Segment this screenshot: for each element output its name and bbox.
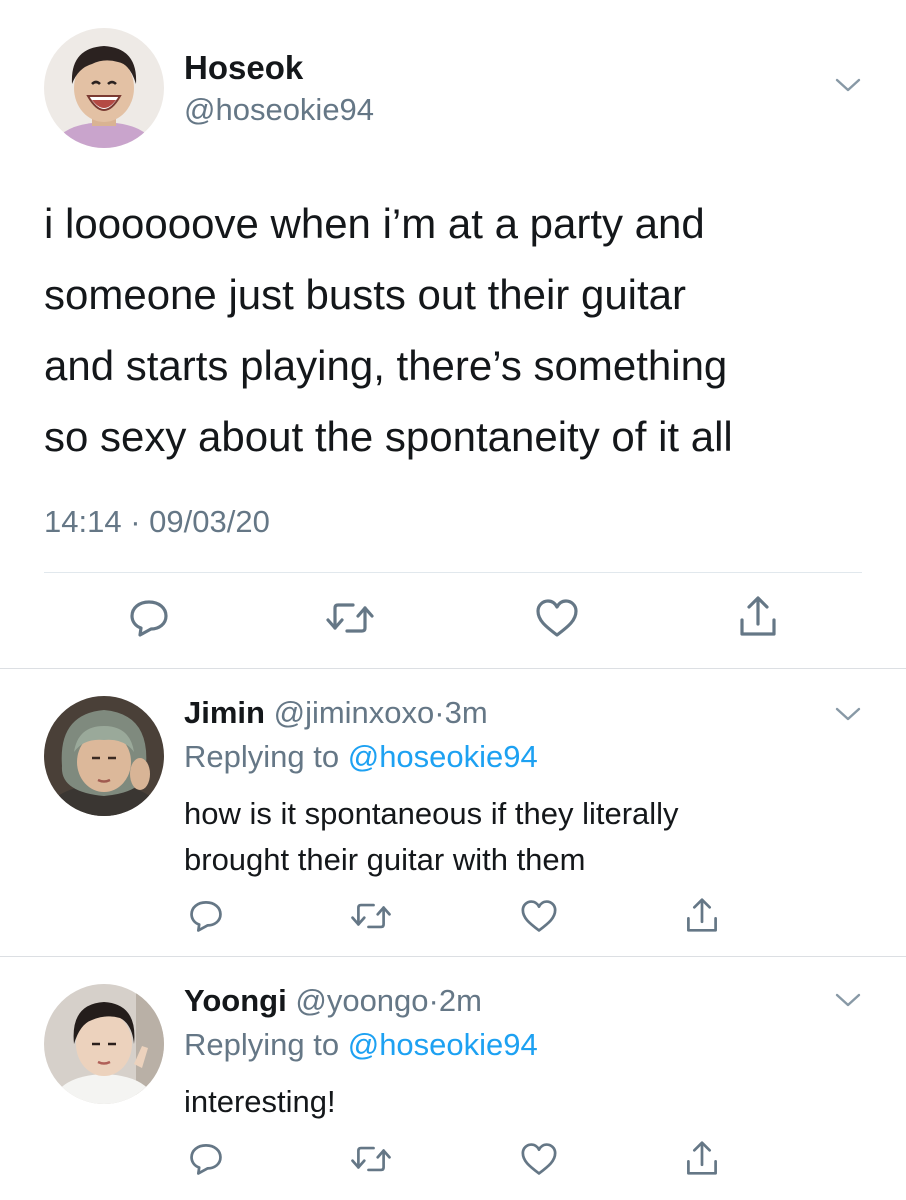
reply-header: Jimin @jiminxoxo·3m xyxy=(184,693,488,733)
like-icon xyxy=(520,899,558,938)
reply-time[interactable]: 3m xyxy=(445,695,488,730)
meta-separator: · xyxy=(434,695,445,730)
reply-button[interactable] xyxy=(186,898,226,938)
replying-to: Replying to @hoseokie94 xyxy=(184,737,538,777)
reply-button[interactable] xyxy=(186,1141,226,1181)
reply-author-name[interactable]: Yoongi xyxy=(184,983,287,1018)
reply-tweet: Yoongi @yoongo·2m Replying to @hoseokie9… xyxy=(0,957,906,1200)
like-button[interactable] xyxy=(518,898,560,938)
retweet-button[interactable] xyxy=(346,1141,396,1181)
retweet-button[interactable] xyxy=(320,598,380,642)
meta-separator: · xyxy=(428,983,439,1018)
reply-author-handle[interactable]: @jiminxoxo xyxy=(274,695,435,730)
reply-author-name[interactable]: Jimin xyxy=(184,695,265,730)
like-icon xyxy=(535,598,579,643)
replying-to: Replying to @hoseokie94 xyxy=(184,1025,538,1065)
author-handle[interactable]: @hoseokie94 xyxy=(184,90,374,130)
chevron-down-icon[interactable] xyxy=(834,76,862,99)
hoseok-avatar[interactable] xyxy=(44,28,164,148)
replying-to-mention[interactable]: @hoseokie94 xyxy=(348,1027,538,1062)
retweet-icon xyxy=(325,601,375,640)
share-button[interactable] xyxy=(682,895,722,939)
reply-button[interactable] xyxy=(124,598,174,642)
retweet-icon xyxy=(350,901,392,936)
retweet-icon xyxy=(350,1144,392,1179)
jimin-avatar[interactable] xyxy=(44,696,164,816)
reply-header: Yoongi @yoongo·2m xyxy=(184,981,482,1021)
chevron-down-icon[interactable] xyxy=(834,991,862,1014)
tweet-date: 09/03/20 xyxy=(149,504,270,539)
reply-text: how is it spontaneous if they literally … xyxy=(184,796,679,877)
share-button[interactable] xyxy=(734,594,782,642)
reply-text: interesting! xyxy=(184,1084,336,1119)
replying-to-mention[interactable]: @hoseokie94 xyxy=(348,739,538,774)
replying-to-label: Replying to xyxy=(184,1027,348,1062)
yoongi-avatar[interactable] xyxy=(44,984,164,1104)
reply-icon xyxy=(128,598,170,643)
share-icon xyxy=(685,1139,719,1182)
tweet-text: i loooooove when i’m at a party and some… xyxy=(44,200,733,460)
reply-author-handle[interactable]: @yoongo xyxy=(295,983,428,1018)
reply-icon xyxy=(188,1142,224,1181)
share-icon xyxy=(685,896,719,939)
tweet-time: 14:14 xyxy=(44,504,122,539)
retweet-button[interactable] xyxy=(346,898,396,938)
reply-tweet: Jimin @jiminxoxo·3m Replying to @hoseoki… xyxy=(0,669,906,956)
meta-separator: · xyxy=(130,504,141,539)
like-button[interactable] xyxy=(530,598,584,642)
reply-time[interactable]: 2m xyxy=(439,983,482,1018)
author-name[interactable]: Hoseok xyxy=(184,48,303,88)
like-button[interactable] xyxy=(518,1141,560,1181)
like-icon xyxy=(520,1142,558,1181)
main-tweet: Hoseok @hoseokie94 i loooooove when i’m … xyxy=(0,0,906,668)
replying-to-label: Replying to xyxy=(184,739,348,774)
divider xyxy=(44,572,862,573)
reply-icon xyxy=(188,899,224,938)
tweet-timestamp: 14:14 · 09/03/20 xyxy=(44,502,270,542)
share-icon xyxy=(738,594,778,643)
share-button[interactable] xyxy=(682,1138,722,1182)
chevron-down-icon[interactable] xyxy=(834,705,862,728)
